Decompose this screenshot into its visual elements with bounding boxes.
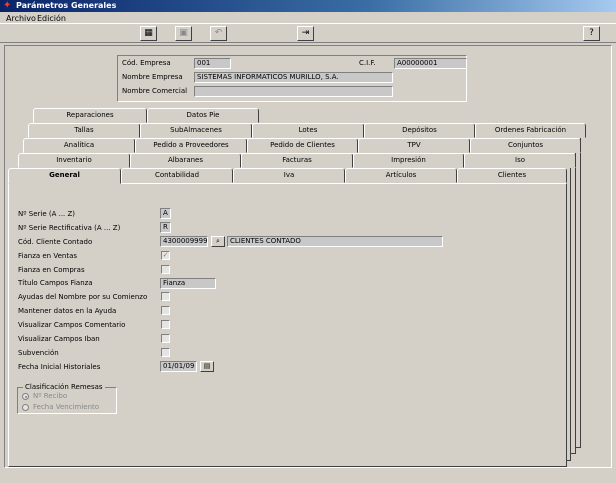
help-icon: ? <box>589 28 594 38</box>
cliente-contado-name-field[interactable]: CLIENTES CONTADO <box>227 236 443 247</box>
cif-label: C.I.F. <box>359 59 376 67</box>
subvencion-checkbox[interactable] <box>161 348 170 357</box>
menu-edicion[interactable]: Edición <box>37 14 66 23</box>
search-button[interactable]: ⌕ <box>211 236 225 247</box>
serie-field[interactable]: A <box>160 208 171 219</box>
window-titlebar: ✦ Parámetros Generales <box>0 0 616 12</box>
tab-facturas[interactable]: Facturas <box>241 153 353 168</box>
nombre-comercial-field[interactable] <box>194 86 393 97</box>
exit-icon: ⇥ <box>301 28 310 38</box>
visualizar-iban-checkbox[interactable] <box>161 334 170 343</box>
menu-archivo[interactable]: Archivo <box>6 14 36 23</box>
tab-contabilidad[interactable]: Contabilidad <box>121 168 233 183</box>
serie-rect-field[interactable]: R <box>160 222 171 233</box>
grid-button[interactable]: ▦ <box>140 26 157 41</box>
tab-inventario[interactable]: Inventario <box>18 153 130 168</box>
visualizar-iban-label: Visualizar Campos Iban <box>18 335 100 343</box>
nombre-empresa-field[interactable]: SISTEMAS INFORMATICOS MURILLO, S.A. <box>194 72 393 83</box>
tab-albaranes[interactable]: Albaranes <box>130 153 241 168</box>
tab-impresion[interactable]: Impresión <box>353 153 464 168</box>
tab-conjuntos[interactable]: Conjuntos <box>470 138 581 153</box>
calendar-button[interactable]: ▤ <box>200 361 214 372</box>
ayudas-label: Ayudas del Nombre por su Comienzo <box>18 293 148 301</box>
cif-field[interactable]: A00000001 <box>394 58 467 69</box>
cod-empresa-label: Cód. Empresa <box>122 59 171 67</box>
tab-iva[interactable]: Iva <box>233 168 345 183</box>
toolbar: ▦ ▣ ↶ ⇥ ? <box>0 23 616 43</box>
nro-recibo-label: Nº Recibo <box>33 392 68 400</box>
tab-clientes[interactable]: Clientes <box>457 168 567 183</box>
tab-analitica[interactable]: Analítica <box>23 138 135 153</box>
tab-pedido-proveedores[interactable]: Pedido a Proveedores <box>135 138 247 153</box>
tab-lotes[interactable]: Lotes <box>252 123 364 138</box>
ayudas-checkbox[interactable] <box>161 292 170 301</box>
fianza-compras-checkbox[interactable] <box>161 265 170 274</box>
tab-depositos[interactable]: Depósitos <box>364 123 475 138</box>
help-button[interactable]: ? <box>583 26 600 41</box>
tab-reparaciones[interactable]: Reparaciones <box>33 108 147 123</box>
fecha-inicial-label: Fecha Inicial Historiales <box>18 363 101 371</box>
nro-recibo-radio[interactable] <box>22 393 29 400</box>
titulo-campos-fianza-field[interactable]: Fianza <box>160 278 216 289</box>
undo-icon: ↶ <box>214 28 223 38</box>
clasificacion-remesas-title: Clasificación Remesas <box>23 383 105 391</box>
visualizar-comentario-label: Visualizar Campos Comentario <box>18 321 126 329</box>
grid-icon: ▦ <box>144 28 153 38</box>
fecha-inicial-field[interactable]: 01/01/09 <box>160 361 197 372</box>
tab-articulos[interactable]: Artículos <box>345 168 457 183</box>
calendar-icon: ▤ <box>203 362 211 370</box>
titulo-campos-fianza-label: Título Campos Fianza <box>18 279 93 287</box>
serie-label: Nº Serie (A ... Z) <box>18 210 76 218</box>
tab-pedido-clientes[interactable]: Pedido de Clientes <box>247 138 358 153</box>
cod-empresa-field[interactable]: 001 <box>194 58 231 69</box>
cliente-contado-code-field[interactable]: 4300009999 <box>160 236 208 247</box>
visualizar-comentario-checkbox[interactable] <box>161 320 170 329</box>
fecha-vencimiento-label: Fecha Vencimiento <box>33 403 100 411</box>
mantener-checkbox[interactable] <box>161 306 170 315</box>
fianza-ventas-label: Fianza en Ventas <box>18 252 78 260</box>
app-icon: ✦ <box>3 0 12 11</box>
tab-tallas[interactable]: Tallas <box>28 123 140 138</box>
tab-iso[interactable]: Iso <box>464 153 576 168</box>
fecha-vencimiento-radio[interactable] <box>22 404 29 411</box>
tab-subalmacenes[interactable]: SubAlmacenes <box>140 123 252 138</box>
fianza-compras-label: Fianza en Compras <box>18 266 85 274</box>
nombre-comercial-label: Nombre Comercial <box>122 87 188 95</box>
save-button[interactable]: ▣ <box>175 26 192 41</box>
window-title: Parámetros Generales <box>16 1 117 10</box>
serie-rect-label: Nº Serie Rectificativa (A ... Z) <box>18 224 121 232</box>
tab-general[interactable]: General <box>8 168 121 184</box>
subvencion-label: Subvención <box>18 349 59 357</box>
exit-button[interactable]: ⇥ <box>297 26 314 41</box>
tab-ordenes-fabricacion[interactable]: Ordenes Fabricación <box>475 123 586 138</box>
search-icon: ⌕ <box>216 237 220 245</box>
tab-datos-pie[interactable]: Datos Pie <box>147 108 259 123</box>
tab-tpv[interactable]: TPV <box>358 138 470 153</box>
cliente-contado-label: Cód. Cliente Contado <box>18 238 93 246</box>
mantener-label: Mantener datos en la Ayuda <box>18 307 117 315</box>
fianza-ventas-checkbox[interactable]: ✓ <box>161 251 170 260</box>
undo-button[interactable]: ↶ <box>210 26 227 41</box>
save-icon: ▣ <box>179 28 188 38</box>
nombre-empresa-label: Nombre Empresa <box>122 73 183 81</box>
